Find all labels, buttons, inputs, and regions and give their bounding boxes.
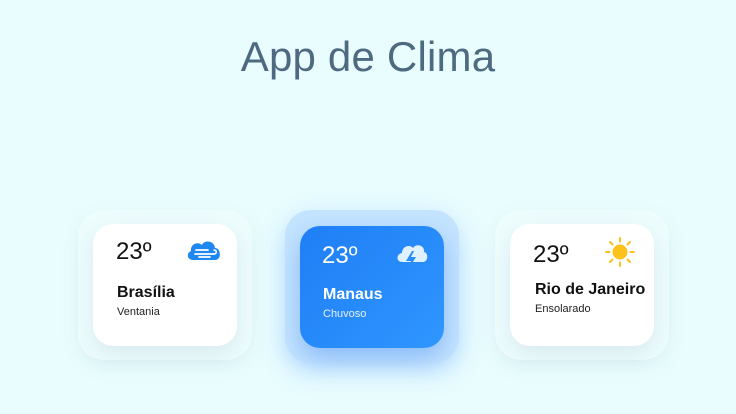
- temperature-value: 23º: [533, 241, 569, 268]
- weather-condition: Chuvoso: [323, 308, 367, 320]
- weather-condition: Ventania: [117, 306, 160, 318]
- windy-cloud-icon: [184, 236, 224, 264]
- weather-card-brasilia[interactable]: 23º Brasília Ventania: [93, 224, 237, 346]
- temperature-value: 23º: [116, 238, 152, 265]
- city-name: Rio de Janeiro: [535, 281, 646, 298]
- weather-card-rio[interactable]: 23º Rio de Janeiro Ensolarado: [510, 224, 654, 346]
- storm-cloud-icon: [394, 238, 430, 274]
- temperature-value: 23º: [322, 242, 358, 269]
- weather-card-manaus[interactable]: 23º Manaus Chuvoso: [300, 226, 444, 348]
- weather-condition: Ensolarado: [535, 303, 591, 315]
- page-title: App de Clima: [240, 33, 496, 80]
- sun-icon: [604, 236, 636, 268]
- city-name: Brasília: [117, 284, 175, 301]
- city-name: Manaus: [323, 286, 383, 303]
